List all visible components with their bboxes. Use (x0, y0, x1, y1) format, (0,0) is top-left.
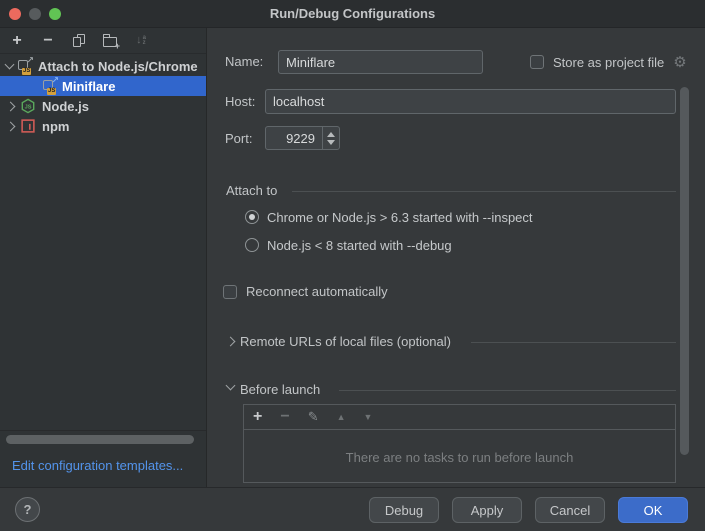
dialog-title: Run/Debug Configurations (0, 6, 705, 21)
tree-item-label: Miniflare (62, 79, 115, 94)
main-vertical-scrollbar[interactable] (680, 87, 689, 455)
store-as-project-file-checkbox[interactable] (530, 55, 544, 69)
attach-to-section-title: Attach to (226, 183, 277, 198)
move-down-icon: ▼ (364, 412, 373, 422)
tree-item-miniflare[interactable]: ↗ JS Miniflare (0, 76, 207, 96)
port-input[interactable] (265, 126, 323, 150)
nodejs-icon: JS (20, 98, 36, 114)
store-as-project-file-group: Store as project file ⚙ (530, 50, 687, 74)
name-label: Name: (225, 54, 263, 69)
section-divider (339, 390, 676, 391)
run-debug-configurations-dialog: Run/Debug Configurations + − + ↓ az ↗ JS… (0, 0, 705, 531)
stepper-up-icon[interactable] (327, 132, 335, 137)
help-button[interactable]: ? (15, 497, 40, 522)
tree-item-label: Node.js (42, 99, 89, 114)
remove-task-icon: − (280, 410, 289, 424)
name-input[interactable] (278, 50, 483, 74)
copy-configuration-icon[interactable] (71, 33, 87, 49)
add-task-icon[interactable]: + (253, 410, 262, 424)
attach-debug-radio[interactable] (245, 238, 259, 252)
sidebar-toolbar: + − + ↓ az (0, 28, 206, 54)
move-up-icon: ▲ (337, 412, 346, 422)
host-label: Host: (225, 94, 255, 109)
tree-item-attach-group[interactable]: ↗ JS Attach to Node.js/Chrome (0, 56, 207, 76)
port-label: Port: (225, 131, 252, 146)
before-launch-section-title[interactable]: Before launch (240, 382, 320, 397)
tree-item-npm[interactable]: npm (0, 116, 207, 136)
section-divider (292, 191, 676, 192)
title-bar: Run/Debug Configurations (0, 0, 705, 28)
chevron-down-icon[interactable] (226, 381, 236, 391)
svg-text:JS: JS (25, 104, 32, 110)
edit-task-icon: ✎ (308, 409, 319, 425)
store-as-project-file-label: Store as project file (553, 55, 664, 70)
debug-button[interactable]: Debug (369, 497, 439, 523)
remove-configuration-icon[interactable]: − (40, 33, 56, 49)
sidebar-horizontal-scrollbar[interactable] (6, 435, 194, 444)
dialog-buttons: Debug Apply Cancel OK (369, 497, 688, 523)
new-folder-icon[interactable]: + (102, 33, 118, 49)
edit-configuration-templates-link[interactable]: Edit configuration templates... (12, 458, 183, 473)
attach-nodejs-chrome-icon: ↗ JS (42, 78, 59, 94)
reconnect-automatically-checkbox[interactable] (223, 285, 237, 299)
before-launch-empty-text: There are no tasks to run before launch (244, 450, 675, 465)
apply-button[interactable]: Apply (452, 497, 522, 523)
sidebar-divider (0, 430, 207, 431)
host-input[interactable] (265, 89, 676, 114)
before-launch-panel: + − ✎ ▲ ▼ There are no tasks to run befo… (243, 404, 676, 483)
remote-urls-section-title[interactable]: Remote URLs of local files (optional) (240, 334, 451, 349)
reconnect-automatically-label[interactable]: Reconnect automatically (246, 284, 388, 299)
npm-icon (20, 118, 36, 134)
chevron-right-icon[interactable] (6, 101, 16, 111)
gear-icon[interactable]: ⚙ (673, 55, 686, 70)
tree-item-label: npm (42, 119, 69, 134)
chevron-down-icon[interactable] (5, 60, 15, 70)
tree-item-label: Attach to Node.js/Chrome (38, 59, 198, 74)
add-configuration-icon[interactable]: + (9, 33, 25, 49)
sort-az-icon: ↓ az (133, 33, 149, 49)
reconnect-group: Reconnect automatically (223, 284, 388, 299)
attach-debug-radio-label[interactable]: Node.js < 8 started with --debug (267, 238, 452, 253)
tree-item-nodejs[interactable]: JS Node.js (0, 96, 207, 116)
port-stepper[interactable] (322, 126, 340, 150)
chevron-right-icon[interactable] (6, 121, 16, 131)
section-divider (471, 342, 676, 343)
dialog-footer: ? Debug Apply Cancel OK (0, 487, 705, 531)
attach-inspect-radio-label[interactable]: Chrome or Node.js > 6.3 started with --i… (267, 210, 533, 225)
attach-inspect-radio[interactable] (245, 210, 259, 224)
stepper-down-icon[interactable] (327, 140, 335, 145)
attach-nodejs-chrome-icon: ↗ JS (17, 58, 34, 74)
configurations-sidebar: + − + ↓ az ↗ JS Attach to Node.js/Chrome… (0, 28, 207, 487)
cancel-button[interactable]: Cancel (535, 497, 605, 523)
before-launch-toolbar: + − ✎ ▲ ▼ (244, 405, 675, 430)
chevron-right-icon[interactable] (226, 337, 236, 347)
ok-button[interactable]: OK (618, 497, 688, 523)
configuration-form: Name: Store as project file ⚙ Host: Port… (208, 28, 705, 487)
